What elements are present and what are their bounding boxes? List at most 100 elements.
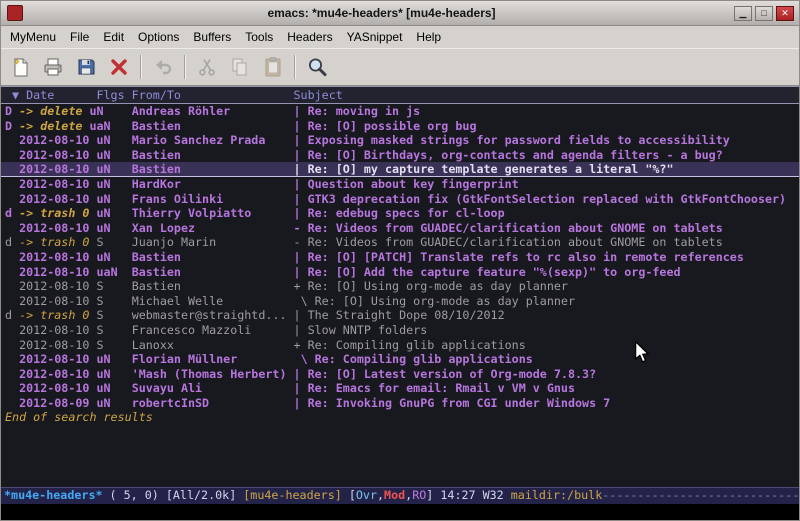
message-list: D -> delete uN Andreas Röhler | Re: movi… xyxy=(1,104,799,410)
from-field: Bastien xyxy=(132,148,294,162)
toolbar-separator xyxy=(140,55,142,79)
flags-field: uN xyxy=(89,177,131,191)
mark-field xyxy=(5,221,19,235)
message-row[interactable]: 2012-08-10 uN Bastien | Re: [O] Birthday… xyxy=(1,148,799,163)
mu4e-headers-buffer: ▼ Date Flgs From/To Subject D -> delete … xyxy=(1,86,799,487)
subject-field: | Re: [O] my capture template generates … xyxy=(294,162,674,176)
end-of-results-text: End of search results xyxy=(1,410,799,425)
mode-line[interactable]: *mu4e-headers* ( 5, 0) [All/2.0k] [mu4e-… xyxy=(1,487,799,504)
menu-item-options[interactable]: Options xyxy=(131,27,186,47)
subject-field: | Re: Emacs for email: Rmail v VM v Gnus xyxy=(294,381,575,395)
flags-field: S xyxy=(89,279,131,293)
date-field: -> trash 0 xyxy=(19,235,89,249)
undo-button xyxy=(148,52,178,82)
message-row[interactable]: D -> delete uN Andreas Röhler | Re: movi… xyxy=(1,104,799,119)
menu-item-tools[interactable]: Tools xyxy=(238,27,280,47)
echo-area[interactable] xyxy=(1,504,799,520)
column-header-date: ▼ Date xyxy=(5,88,96,102)
column-header-subject: Subject xyxy=(294,88,343,102)
message-row[interactable]: d -> trash 0 uN Thierry Volpiatto | Re: … xyxy=(1,206,799,221)
date-field: 2012-08-10 xyxy=(19,221,89,235)
message-row[interactable]: 2012-08-10 uN Florian Müllner \ Re: Comp… xyxy=(1,352,799,367)
modeline-week: W32 xyxy=(483,488,511,502)
date-field: 2012-08-10 xyxy=(19,323,89,337)
mark-field xyxy=(5,133,19,147)
mark-field xyxy=(5,148,19,162)
new-file-button[interactable] xyxy=(5,52,35,82)
close-buffer-icon xyxy=(108,56,130,78)
from-field: Michael Welle xyxy=(132,294,294,308)
message-row[interactable]: 2012-08-10 uN Frans Oilinki | GTK3 depre… xyxy=(1,192,799,207)
flags-field: uaN xyxy=(89,265,131,279)
menu-item-help[interactable]: Help xyxy=(409,27,448,47)
save-button[interactable] xyxy=(71,52,101,82)
date-field: -> delete xyxy=(19,104,82,118)
flags-field: uN xyxy=(89,206,131,220)
menu-item-yasnippet[interactable]: YASnippet xyxy=(340,27,410,47)
mark-field xyxy=(5,352,19,366)
message-row[interactable]: 2012-08-10 uN 'Mash (Thomas Herbert) | R… xyxy=(1,367,799,382)
save-icon xyxy=(75,56,97,78)
flags-field: uN xyxy=(89,396,131,410)
subject-field: | Re: edebug specs for cl-loop xyxy=(294,206,505,220)
minimize-button[interactable]: ▁ xyxy=(734,6,752,21)
flags-field: uN xyxy=(89,352,131,366)
from-field: Francesco Mazzoli xyxy=(132,323,294,337)
message-row[interactable]: 2012-08-10 uN Bastien | Re: [O] my captu… xyxy=(1,162,799,177)
date-field: 2012-08-10 xyxy=(19,367,89,381)
subject-field: | Re: [O] [PATCH] Translate refs to rc a… xyxy=(294,250,744,264)
message-row[interactable]: 2012-08-10 S Bastien + Re: [O] Using org… xyxy=(1,279,799,294)
print-button[interactable] xyxy=(38,52,68,82)
modeline-status-open: [ xyxy=(349,488,356,502)
subject-field: | The Straight Dope 08/10/2012 xyxy=(294,308,505,322)
title-bar[interactable]: emacs: *mu4e-headers* [mu4e-headers] ▁ □… xyxy=(1,1,799,26)
search-button[interactable] xyxy=(302,52,332,82)
message-row[interactable]: D -> delete uaN Bastien | Re: [O] possib… xyxy=(1,119,799,134)
flags-field: uN xyxy=(89,367,131,381)
from-field: Thierry Volpiatto xyxy=(132,206,294,220)
message-row[interactable]: 2012-08-10 uN Suvayu Ali | Re: Emacs for… xyxy=(1,381,799,396)
new-file-icon xyxy=(9,56,31,78)
menu-item-headers[interactable]: Headers xyxy=(280,27,339,47)
message-row[interactable]: d -> trash 0 S Juanjo Marin - Re: Videos… xyxy=(1,235,799,250)
paste-button xyxy=(258,52,288,82)
flags-field: uaN xyxy=(82,119,131,133)
maximize-button[interactable]: □ xyxy=(755,6,773,21)
date-field: -> trash 0 xyxy=(19,206,89,220)
subject-field: | Re: [O] Birthdays, org-contacts and ag… xyxy=(294,148,723,162)
menu-item-mymenu[interactable]: MyMenu xyxy=(3,27,63,47)
message-row[interactable]: 2012-08-10 uN HardKor | Question about k… xyxy=(1,177,799,192)
from-field: Florian Müllner xyxy=(132,352,294,366)
from-field: robertcInSD xyxy=(132,396,294,410)
date-field: 2012-08-10 xyxy=(19,294,89,308)
modeline-dashes: ----------------------------------------… xyxy=(602,488,799,502)
message-row[interactable]: 2012-08-10 S Michael Welle \ Re: [O] Usi… xyxy=(1,294,799,309)
print-icon xyxy=(42,56,64,78)
emacs-icon xyxy=(7,5,23,21)
from-field: Lanoxx xyxy=(132,338,294,352)
close-buffer-button[interactable] xyxy=(104,52,134,82)
message-row[interactable]: 2012-08-10 uN Bastien | Re: [O] [PATCH] … xyxy=(1,250,799,265)
from-field: 'Mash (Thomas Herbert) xyxy=(132,367,294,381)
message-row[interactable]: d -> trash 0 S webmaster@straightd... | … xyxy=(1,308,799,323)
from-field: Bastien xyxy=(132,250,294,264)
message-row[interactable]: 2012-08-10 uN Mario Sanchez Prada | Expo… xyxy=(1,133,799,148)
undo-icon xyxy=(152,56,174,78)
message-row[interactable]: 2012-08-10 S Francesco Mazzoli | Slow NN… xyxy=(1,323,799,338)
subject-field: + Re: Compiling glib applications xyxy=(294,338,526,352)
menu-item-file[interactable]: File xyxy=(63,27,96,47)
flags-field: S xyxy=(89,338,131,352)
mark-field xyxy=(5,323,19,337)
flags-field: uN xyxy=(89,133,131,147)
message-row[interactable]: 2012-08-10 S Lanoxx + Re: Compiling glib… xyxy=(1,338,799,353)
mark-field xyxy=(5,177,19,191)
mark-field xyxy=(5,192,19,206)
message-row[interactable]: 2012-08-09 uN robertcInSD | Re: Invoking… xyxy=(1,396,799,411)
message-row[interactable]: 2012-08-10 uaN Bastien | Re: [O] Add the… xyxy=(1,265,799,280)
menu-item-edit[interactable]: Edit xyxy=(96,27,131,47)
flags-field: uN xyxy=(89,162,131,176)
mark-field xyxy=(5,294,19,308)
menu-item-buffers[interactable]: Buffers xyxy=(186,27,238,47)
close-button[interactable]: ✕ xyxy=(776,6,794,21)
message-row[interactable]: 2012-08-10 uN Xan Lopez - Re: Videos fro… xyxy=(1,221,799,236)
